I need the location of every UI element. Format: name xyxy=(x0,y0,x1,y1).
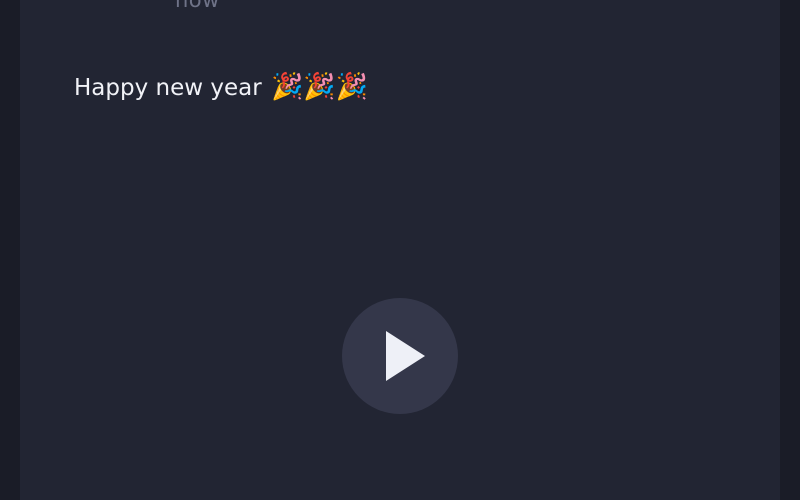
post-text: Happy new year xyxy=(74,75,262,101)
post-text-container: Happy new year 🎉🎉🎉 xyxy=(74,70,368,105)
post-timestamp: now xyxy=(175,0,220,12)
post-card: now Happy new year 🎉🎉🎉 xyxy=(20,0,780,500)
avatar[interactable] xyxy=(72,0,152,26)
party-popper-emojis: 🎉🎉🎉 xyxy=(271,72,369,102)
video-player[interactable] xyxy=(20,150,780,500)
page: now Happy new year 🎉🎉🎉 xyxy=(0,0,800,500)
play-button[interactable] xyxy=(342,298,458,414)
play-icon xyxy=(386,331,425,381)
